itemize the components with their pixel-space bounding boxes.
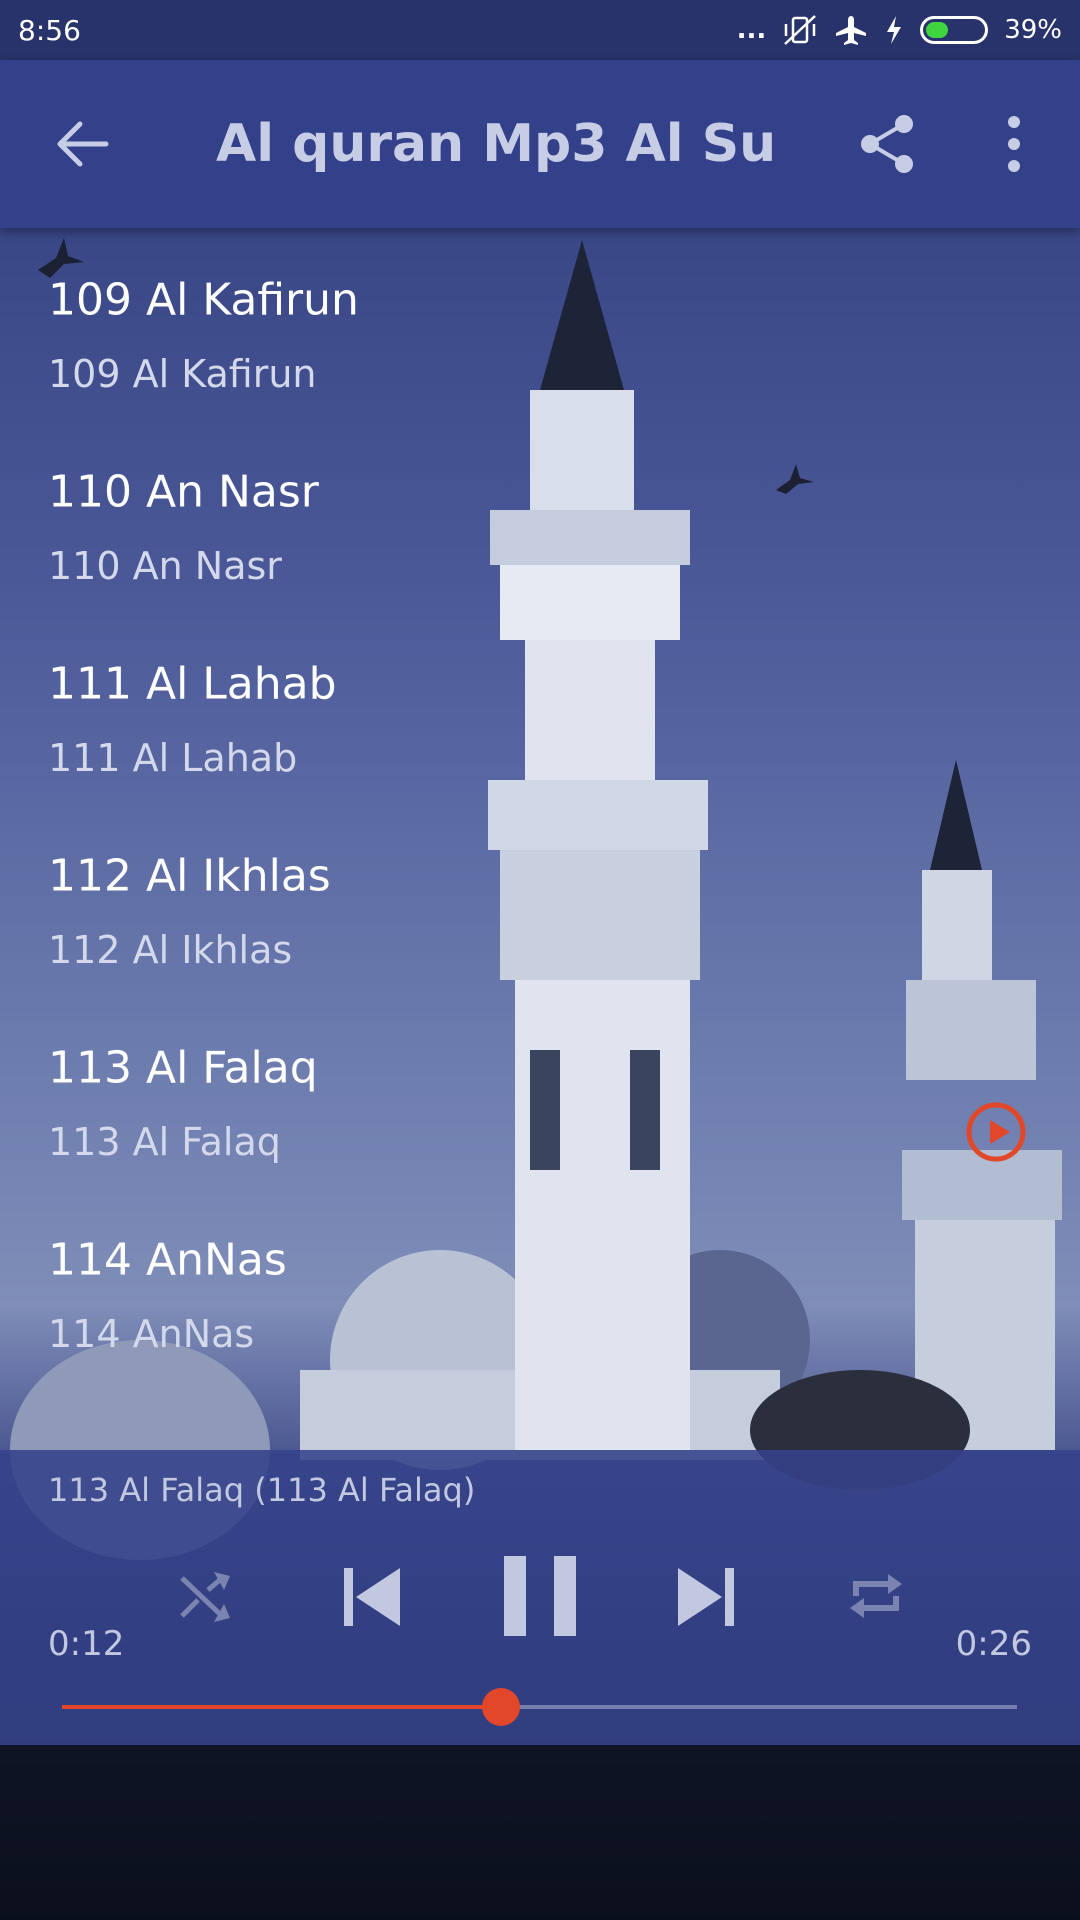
track-list: 109 Al Kafirun 109 Al Kafirun 110 An Nas… — [0, 228, 1080, 1380]
player-panel: 113 Al Falaq (113 Al Falaq) 0:12 0:26 — [0, 1450, 1080, 1745]
now-playing-indicator-icon — [966, 1102, 1026, 1162]
seek-bar[interactable] — [62, 1688, 1017, 1726]
total-duration: 0:26 — [955, 1624, 1032, 1664]
status-icons: ... 39% — [737, 14, 1062, 46]
track-subtitle: 113 Al Falaq — [48, 1120, 281, 1164]
track-subtitle: 110 An Nasr — [48, 544, 282, 588]
share-icon[interactable] — [856, 112, 920, 176]
track-subtitle: 111 Al Lahab — [48, 736, 298, 780]
track-subtitle: 112 Al Ikhlas — [48, 928, 293, 972]
status-time: 8:56 — [18, 13, 81, 47]
skip-next-icon[interactable] — [676, 1562, 736, 1632]
status-bar: 8:56 ... 39% — [0, 0, 1080, 60]
list-item[interactable]: 110 An Nasr 110 An Nasr — [0, 420, 1080, 612]
track-title: 113 Al Falaq — [48, 1042, 318, 1094]
repeat-icon[interactable] — [846, 1566, 906, 1626]
vibrate-off-icon — [784, 15, 817, 45]
airplane-mode-icon — [836, 16, 867, 45]
app-toolbar: Al quran Mp3 Al Su... — [0, 60, 1080, 228]
track-title: 114 AnNas — [48, 1234, 287, 1286]
list-item[interactable]: 112 Al Ikhlas 112 Al Ikhlas — [0, 804, 1080, 996]
elapsed-time: 0:12 — [48, 1624, 125, 1664]
track-title: 112 Al Ikhlas — [48, 850, 331, 902]
shuffle-icon[interactable] — [178, 1568, 234, 1624]
track-subtitle: 109 Al Kafirun — [48, 352, 317, 396]
charging-icon — [887, 16, 902, 44]
track-title: 110 An Nasr — [48, 466, 319, 518]
battery-level — [926, 22, 949, 38]
battery-percent: 39% — [1004, 15, 1062, 45]
toolbar-title: Al quran Mp3 Al Su... — [216, 114, 776, 174]
now-playing-title: 113 Al Falaq (113 Al Falaq) — [48, 1471, 476, 1509]
list-item[interactable]: 114 AnNas 114 AnNas — [0, 1188, 1080, 1380]
pause-icon[interactable] — [502, 1554, 578, 1638]
arrow-back-icon[interactable] — [52, 114, 112, 174]
track-title: 109 Al Kafirun — [48, 274, 359, 326]
list-item[interactable]: 113 Al Falaq 113 Al Falaq — [0, 996, 1080, 1188]
track-title: 111 Al Lahab — [48, 658, 337, 710]
battery-icon — [920, 16, 989, 44]
list-item[interactable]: 109 Al Kafirun 109 Al Kafirun — [0, 228, 1080, 420]
track-subtitle: 114 AnNas — [48, 1312, 255, 1356]
skip-previous-icon[interactable] — [342, 1562, 402, 1632]
seek-progress — [62, 1705, 502, 1709]
seek-thumb[interactable] — [482, 1688, 521, 1726]
more-vert-icon[interactable] — [994, 112, 1034, 176]
more-notifications-indicator: ... — [736, 15, 767, 45]
list-item[interactable]: 111 Al Lahab 111 Al Lahab — [0, 612, 1080, 804]
